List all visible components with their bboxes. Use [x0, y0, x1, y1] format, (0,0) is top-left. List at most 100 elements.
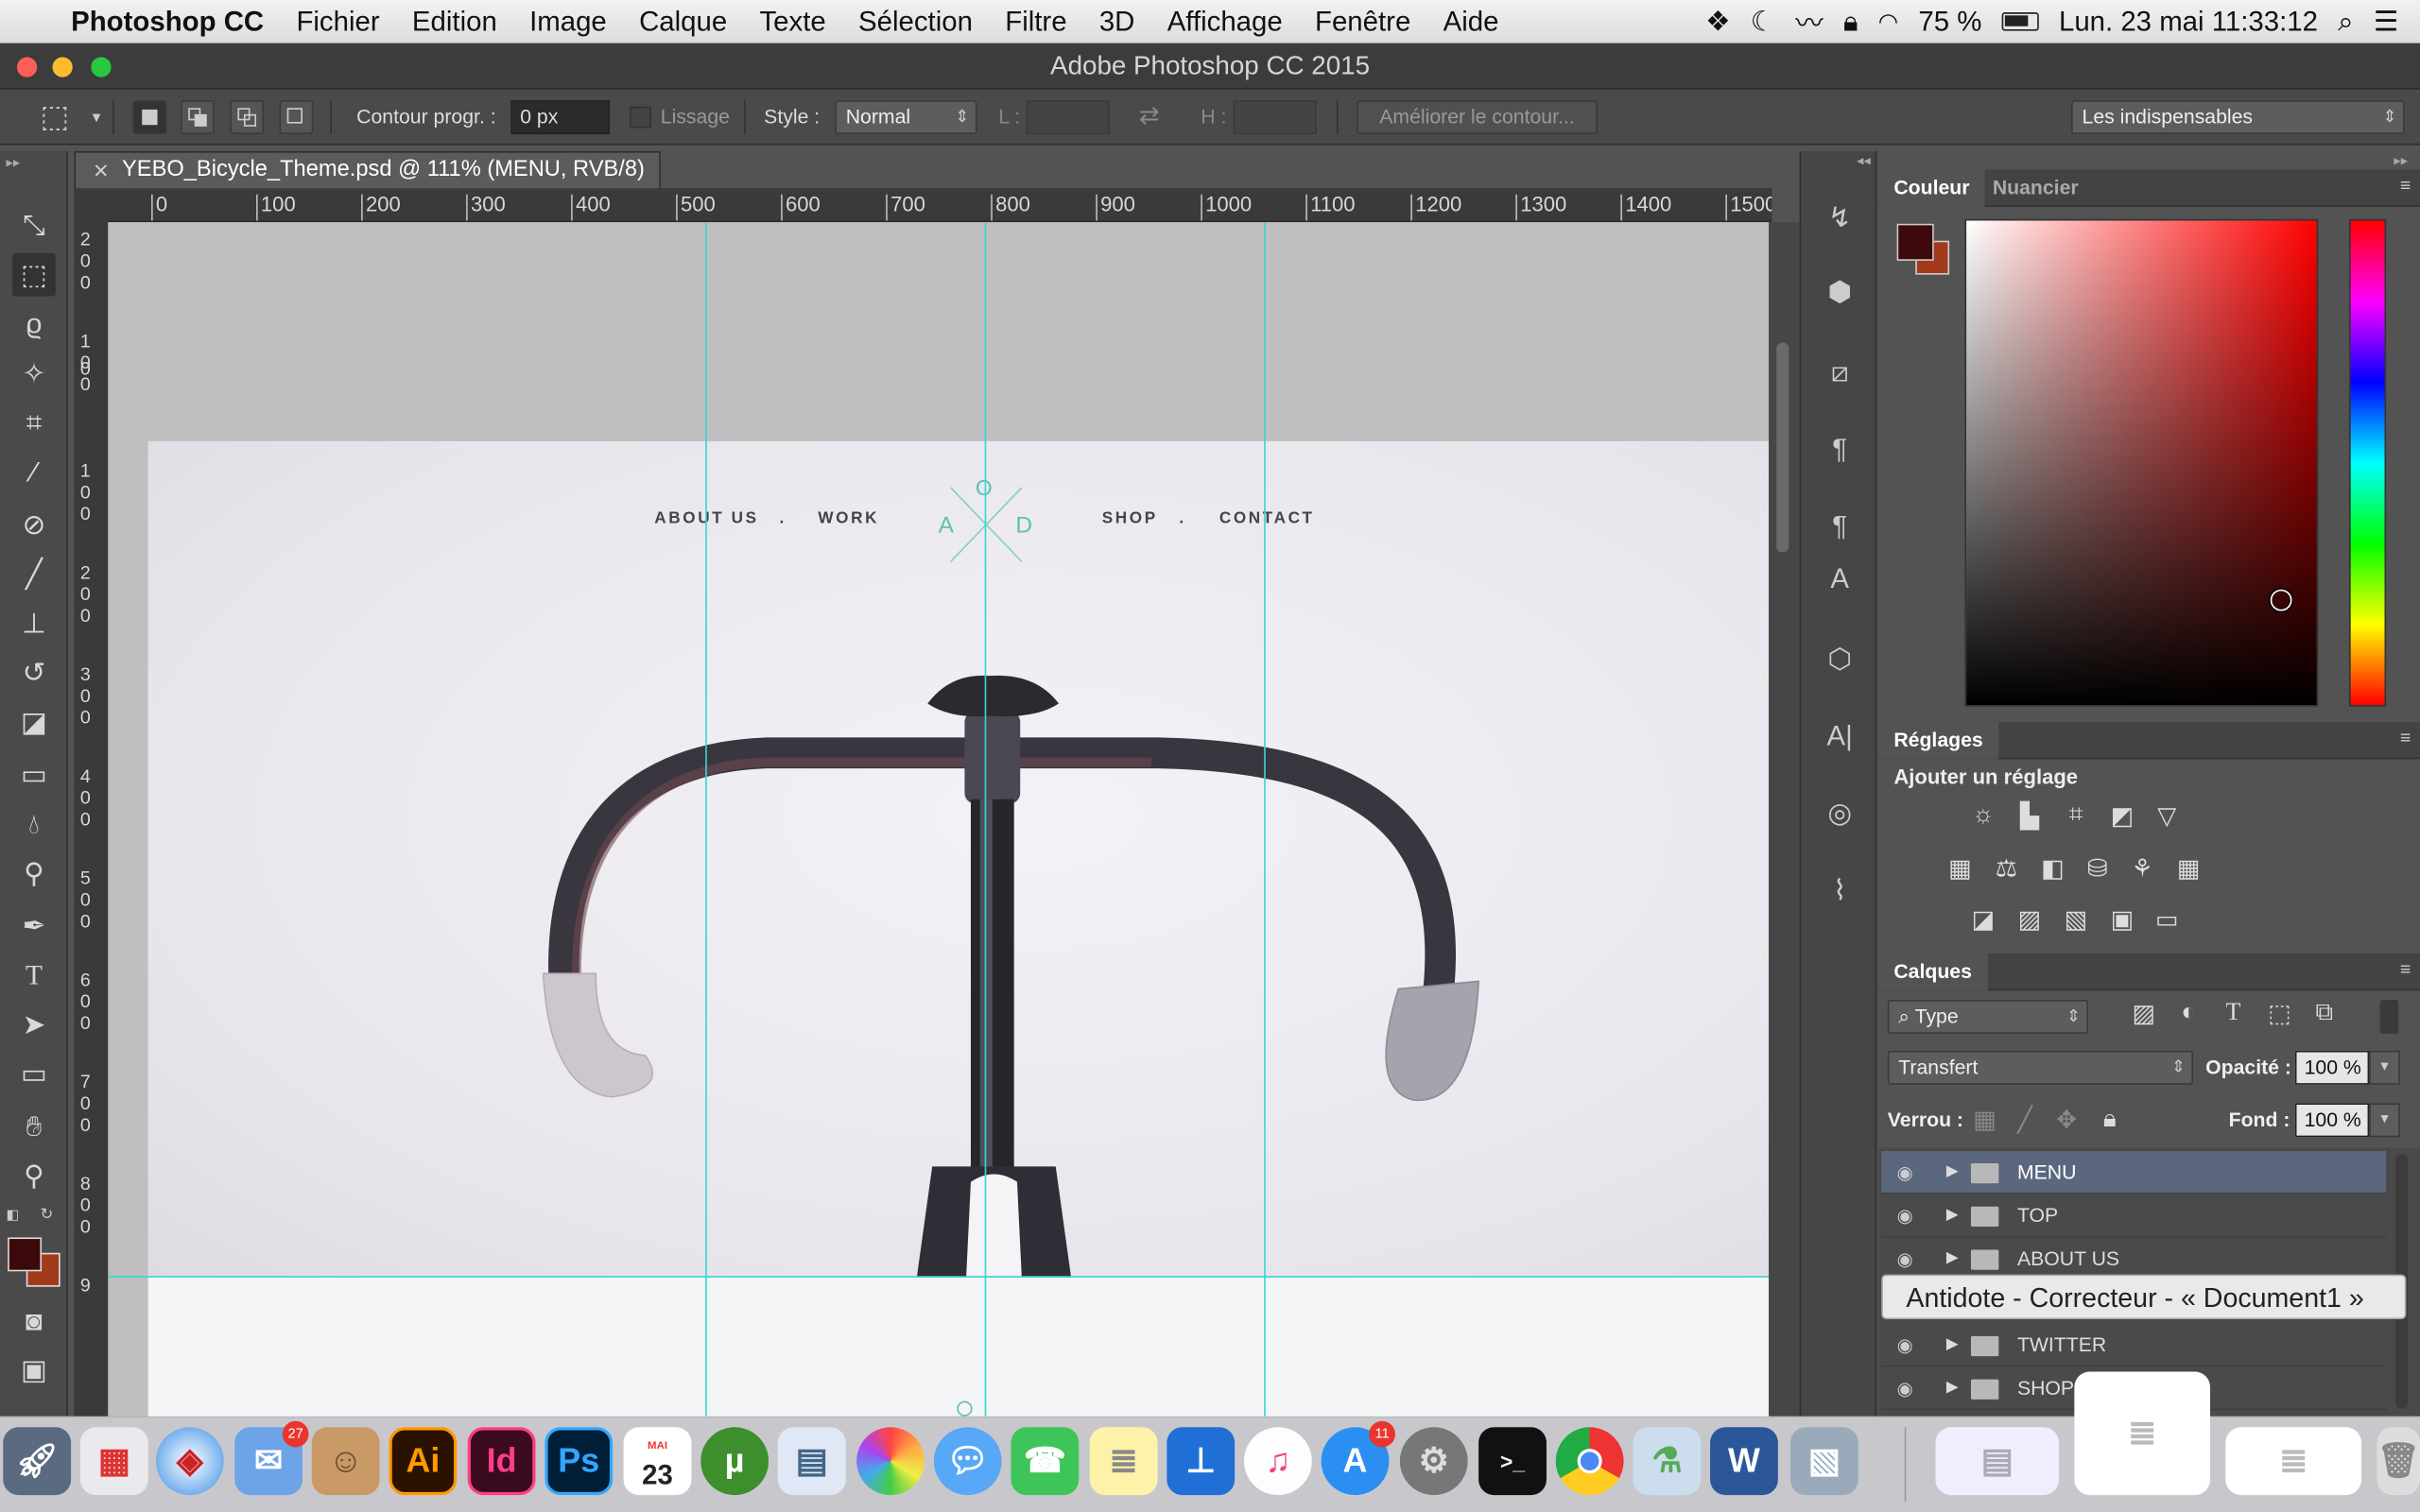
- paths-panel-icon[interactable]: ⌇: [1817, 868, 1863, 914]
- layer-name[interactable]: MENU: [2017, 1151, 2077, 1194]
- document-thumbnail[interactable]: ≣: [2074, 1371, 2211, 1496]
- minimized-window-thumbnail[interactable]: ▤: [1935, 1427, 2060, 1496]
- actions-panel-icon[interactable]: ⬢: [1817, 268, 1863, 315]
- zoom-window-button[interactable]: [91, 57, 112, 77]
- vertical-guide[interactable]: [1264, 222, 1266, 1417]
- lock-position-icon[interactable]: ✥: [2049, 1103, 2083, 1137]
- app-menu[interactable]: Photoshop CC: [71, 6, 264, 38]
- menu-filtre[interactable]: Filtre: [1005, 6, 1066, 38]
- visibility-eye-icon[interactable]: ◉: [1897, 1194, 1913, 1238]
- keynote-icon[interactable]: ⊥: [1167, 1427, 1236, 1496]
- terminal-icon[interactable]: >_: [1478, 1427, 1547, 1496]
- quick-mask-icon[interactable]: ◙: [12, 1299, 56, 1343]
- notification-center-icon[interactable]: ☰: [2374, 6, 2398, 38]
- add-selection-button[interactable]: [181, 100, 215, 135]
- wifi-icon[interactable]: ◠: [1878, 8, 1898, 36]
- hue-saturation-icon[interactable]: ▦: [1944, 851, 1978, 885]
- battery-percent[interactable]: 75 %: [1918, 6, 1981, 38]
- dodge-tool-icon[interactable]: ⚲: [12, 851, 56, 895]
- vertical-guide[interactable]: [984, 222, 987, 1417]
- activity-icon[interactable]: 〰: [1795, 2, 1823, 42]
- horizontal-guide[interactable]: [108, 1276, 1770, 1278]
- rectangular-marquee-tool-icon[interactable]: ⬚: [12, 252, 56, 297]
- width-input[interactable]: [1026, 100, 1110, 135]
- menu-edition[interactable]: Edition: [412, 6, 497, 38]
- preset-dropdown-icon[interactable]: ▼: [90, 90, 104, 146]
- layer-name[interactable]: SHOP: [2017, 1367, 2074, 1411]
- panel-menu-icon[interactable]: ≡: [2400, 958, 2411, 980]
- pen-tool-icon[interactable]: ✒︎: [12, 904, 56, 948]
- posterize-icon[interactable]: ▨: [2013, 902, 2047, 936]
- filter-adjustment-icon[interactable]: ◐: [2171, 997, 2205, 1031]
- rectangle-tool-icon[interactable]: ▭: [12, 1053, 56, 1096]
- filter-shape-icon[interactable]: ⬚: [2263, 997, 2297, 1031]
- image-capture-icon[interactable]: ▧: [1789, 1427, 1858, 1496]
- gradient-tool-icon[interactable]: ▭: [12, 753, 56, 797]
- menu-aide[interactable]: Aide: [1443, 6, 1499, 38]
- history-panel-icon[interactable]: ↯: [1817, 195, 1863, 241]
- notes-icon[interactable]: ≣: [1089, 1427, 1158, 1496]
- fill-dropdown-icon[interactable]: ▾: [2369, 1103, 2400, 1138]
- lock-transparent-icon[interactable]: ▦: [1968, 1103, 2002, 1137]
- channel-mixer-icon[interactable]: ⚘: [2125, 851, 2159, 885]
- trash-icon[interactable]: 🗑︎: [2377, 1427, 2420, 1496]
- calendar-icon[interactable]: MAI 23: [623, 1427, 692, 1496]
- zoom-tool-icon[interactable]: ⚲: [12, 1154, 56, 1197]
- visibility-eye-icon[interactable]: ◉: [1897, 1151, 1913, 1194]
- threshold-icon[interactable]: ▧: [2059, 902, 2093, 936]
- paragraph-panel-icon[interactable]: ¶: [1817, 426, 1863, 472]
- color-balance-icon[interactable]: ⚖︎: [1990, 851, 2024, 885]
- brightness-icon[interactable]: ☼: [1966, 799, 2000, 833]
- launchpad-grid-icon[interactable]: ▦: [79, 1427, 148, 1496]
- menu-3d[interactable]: 3D: [1099, 6, 1135, 38]
- color-lookup-icon[interactable]: ▦: [2171, 851, 2205, 885]
- photo-filter-icon[interactable]: ⛁: [2081, 851, 2115, 885]
- color-field[interactable]: [1964, 218, 2319, 707]
- selective-color-icon[interactable]: ▣: [2105, 902, 2139, 936]
- panel-menu-icon[interactable]: ≡: [2400, 727, 2411, 748]
- illustrator-icon[interactable]: Ai: [389, 1427, 458, 1496]
- menu-fichier[interactable]: Fichier: [296, 6, 379, 38]
- clock[interactable]: Lun. 23 mai 11:33:12: [2059, 6, 2318, 38]
- moon-icon[interactable]: ☾: [1751, 6, 1775, 38]
- gradient-map-icon[interactable]: ▭: [2150, 902, 2184, 936]
- tab-couleur[interactable]: Couleur: [1877, 169, 1985, 207]
- hue-slider[interactable]: [2348, 218, 2387, 707]
- channels-panel-icon[interactable]: ◎: [1817, 790, 1863, 836]
- swap-icon[interactable]: ⇄: [1139, 90, 1160, 146]
- battery-icon[interactable]: [2001, 12, 2039, 31]
- expand-arrow-icon[interactable]: ▶: [1946, 1151, 1959, 1194]
- paragraph-styles-icon[interactable]: ¶: [1817, 503, 1863, 549]
- canvas-scrollbar[interactable]: [1769, 222, 1800, 1417]
- menu-texte[interactable]: Texte: [759, 6, 825, 38]
- horizontal-ruler[interactable]: 0 100 200 300 400 500 600 700 800 900 1000 1100 1200…: [108, 188, 1772, 223]
- lasso-tool-icon[interactable]: ϱ: [12, 302, 56, 346]
- character-styles-icon[interactable]: A: [1817, 556, 1863, 602]
- blur-tool-icon[interactable]: 💧︎: [12, 802, 56, 846]
- menu-fenetre[interactable]: Fenêtre: [1315, 6, 1410, 38]
- path-selection-tool-icon[interactable]: ➤: [12, 1003, 56, 1046]
- clone-stamp-tool-icon[interactable]: ⊥: [12, 602, 56, 645]
- canvas-area[interactable]: ABOUT US . WORK SHOP . CONTACT O A D: [108, 222, 1770, 1417]
- vertical-ruler[interactable]: 20010001002003004005006007008009: [74, 222, 109, 1417]
- filter-toggle[interactable]: [2379, 999, 2399, 1034]
- refine-edge-button[interactable]: Améliorer le contour...: [1357, 100, 1598, 135]
- dropbox-icon[interactable]: ❖: [1705, 6, 1730, 38]
- color-fg-swatch[interactable]: [1896, 223, 1934, 261]
- photos-icon[interactable]: [856, 1427, 925, 1496]
- layer-name[interactable]: TOP: [2017, 1194, 2058, 1238]
- blend-mode-select[interactable]: Transfert: [1887, 1050, 2194, 1085]
- layer-row[interactable]: ◉ ▶ MENU: [1881, 1150, 2387, 1194]
- document-tab[interactable]: ✕ YEBO_Bicycle_Theme.psd @ 111% (MENU, R…: [74, 151, 661, 189]
- safari-icon[interactable]: ◈: [155, 1427, 224, 1496]
- swap-colors-icon[interactable]: ↻: [40, 1207, 53, 1224]
- visibility-eye-icon[interactable]: ◉: [1897, 1367, 1913, 1411]
- menu-selection[interactable]: Sélection: [858, 6, 973, 38]
- crop-tool-icon[interactable]: ⌗: [12, 402, 56, 445]
- feather-input[interactable]: 0 px: [510, 100, 610, 135]
- word-icon[interactable]: W: [1710, 1427, 1778, 1496]
- screen-mode-icon[interactable]: ▣: [12, 1349, 56, 1392]
- 3d-panel-icon[interactable]: ⬡: [1817, 636, 1863, 682]
- document-thumbnail[interactable]: ≣: [2225, 1427, 2362, 1496]
- facetime-icon[interactable]: ☎︎: [1011, 1427, 1080, 1496]
